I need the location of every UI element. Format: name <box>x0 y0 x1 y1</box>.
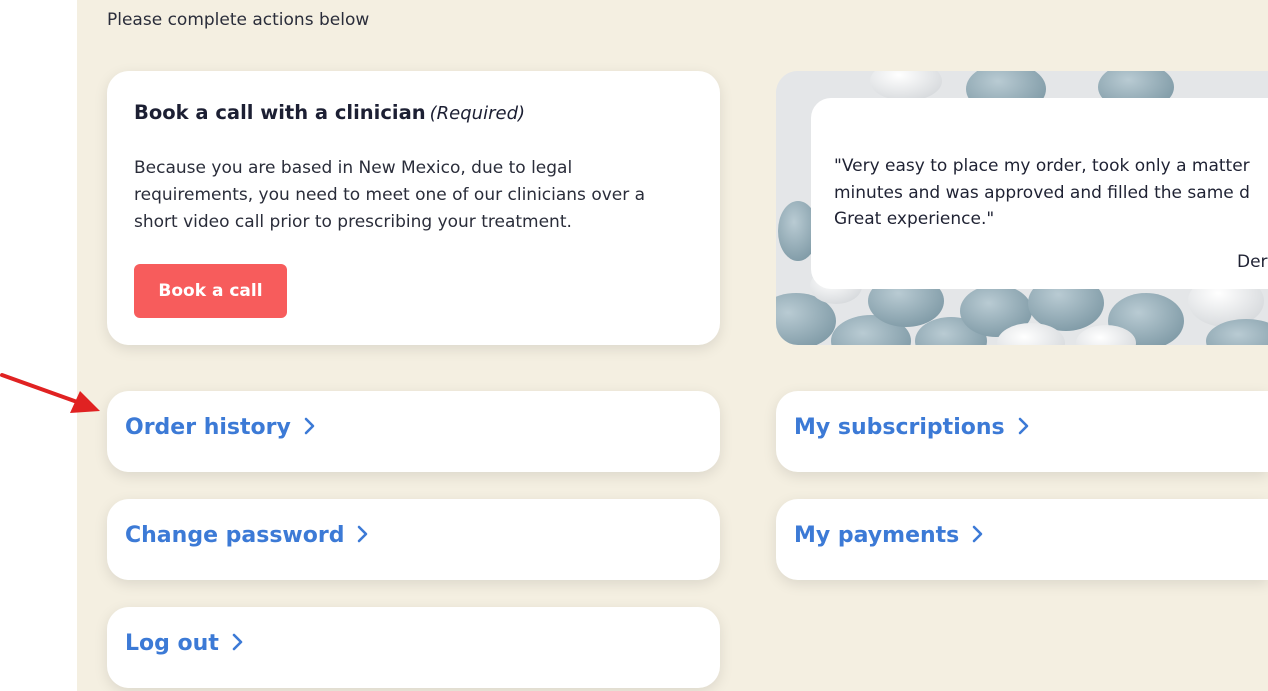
my-payments-label: My payments <box>794 523 983 548</box>
book-call-description: Because you are based in New Mexico, due… <box>134 158 646 232</box>
chevron-right-icon <box>972 525 983 543</box>
review-section: "Very easy to place my order, took only … <box>776 71 1268 345</box>
red-arrow-icon <box>0 373 100 413</box>
my-subscriptions-link[interactable]: My subscriptions <box>776 391 1268 472</box>
chevron-right-icon <box>232 633 243 651</box>
chevron-right-icon <box>358 525 368 543</box>
book-call-button[interactable]: Book a call <box>134 264 287 318</box>
intro-text: Please complete actions below <box>107 10 370 30</box>
order-history-link[interactable]: Order history <box>107 391 720 472</box>
log-out-text: Log out <box>125 631 219 656</box>
review-quote: "Very easy to place my order, took only … <box>834 156 1250 229</box>
book-call-card: Book a call with a clinician (Required) B… <box>107 71 720 345</box>
order-history-label: Order history <box>125 415 315 440</box>
order-history-text: Order history <box>125 415 291 440</box>
my-payments-text: My payments <box>794 523 960 548</box>
log-out-link[interactable]: Log out <box>107 607 720 688</box>
chevron-right-icon <box>304 417 315 435</box>
book-call-title: Book a call with a clinician (Required) <box>134 101 525 124</box>
my-payments-link[interactable]: My payments <box>776 499 1268 580</box>
change-password-text: Change password <box>125 523 345 548</box>
change-password-label: Change password <box>125 523 368 548</box>
review-author: Der <box>1237 252 1268 272</box>
my-subscriptions-label: My subscriptions <box>794 415 1029 440</box>
my-subscriptions-text: My subscriptions <box>794 415 1005 440</box>
review-quote-card: "Very easy to place my order, took only … <box>811 98 1268 289</box>
book-call-title-text: Book a call with a clinician <box>134 101 426 124</box>
change-password-link[interactable]: Change password <box>107 499 720 580</box>
required-label: (Required) <box>429 103 526 124</box>
chevron-right-icon <box>1018 417 1028 435</box>
log-out-label: Log out <box>125 631 243 656</box>
